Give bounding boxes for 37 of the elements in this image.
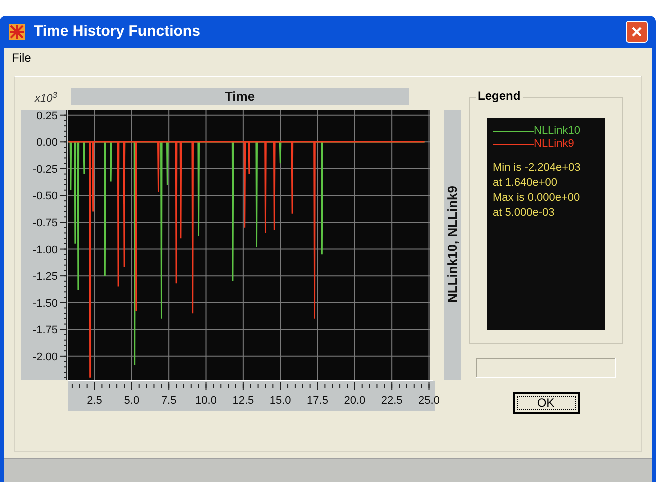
legend-stat: Min is -2.204e+03 [493,161,582,176]
x-tick-label: 5.0 [124,395,140,407]
x-tick-label: 7.5 [161,395,177,407]
y-tick-label: -1.25 [32,271,58,284]
legend-stat: at 1.640e+00 [493,176,559,191]
window-title: Time History Functions [34,22,202,42]
x-tick-label: 22.5 [381,395,403,407]
text-field[interactable] [476,358,616,378]
x-tick-label: 17.5 [307,395,328,407]
y-tick-label: -0.25 [32,164,58,176]
y-tick-label: -0.50 [32,190,58,203]
y-tick-label: -1.50 [32,298,58,310]
menu-item[interactable]: File [12,49,32,67]
app-icon [8,23,26,41]
legend-title: Legend [476,90,523,102]
x-tick-label: 15.0 [270,395,292,407]
y-tick-label: 0.25 [36,110,58,122]
legend-label: NLLink10 [534,126,580,137]
close-icon [631,26,643,38]
x-tick-label: 20.0 [344,395,366,407]
y-tick-label: -1.00 [32,244,58,256]
ok-button[interactable]: OK [512,392,580,414]
x-tick-label: 10.0 [196,395,217,407]
close-button[interactable] [626,21,648,43]
y-axis-title: NLLink10, NLLink9 [444,110,461,380]
x-tick-label: 2.5 [87,395,102,407]
legend-label: NLLink9 [534,139,574,150]
y-tick-label: -2.00 [32,351,58,364]
legend-stat: at 5.000e-03 [493,206,556,221]
chart-title: Time [71,88,409,105]
legend-stat: Max is 0.000e+00 [493,191,582,206]
y-tick-label: 0.00 [36,137,58,150]
y-tick-label: -1.75 [32,324,58,337]
axis-multiplier: x10$^{3}$ [34,94,58,105]
x-tick-label: 25.0 [418,395,440,407]
y-tick-label: -0.75 [32,218,58,230]
x-tick-label: 12.5 [232,395,254,407]
